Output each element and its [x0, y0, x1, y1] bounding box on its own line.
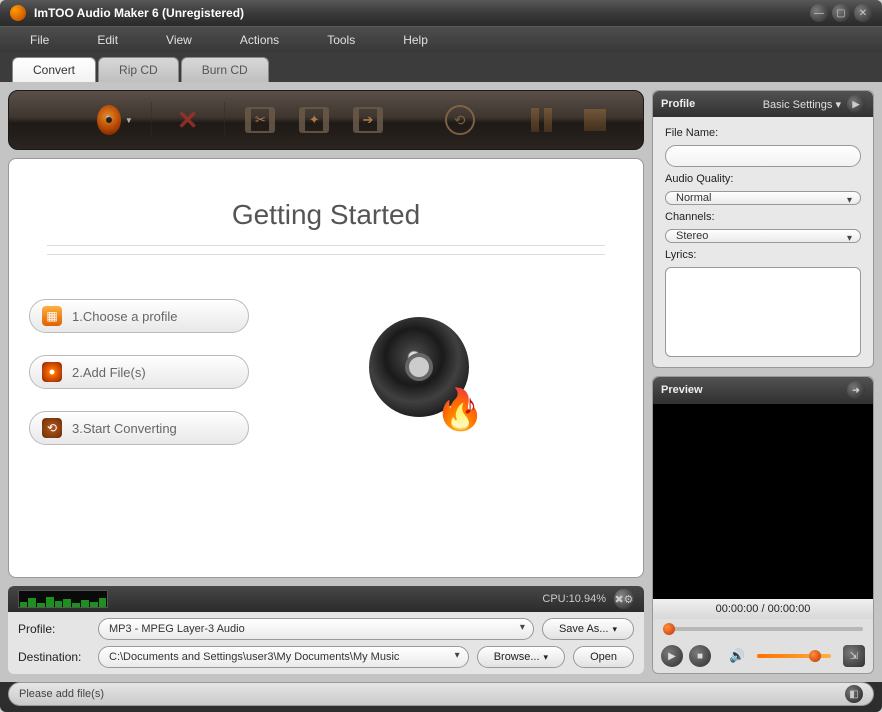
cpu-graph	[18, 590, 108, 608]
lyrics-label: Lyrics:	[665, 249, 861, 261]
cpu-settings-button[interactable]: ✖⚙	[614, 589, 634, 609]
menu-bar: File Edit View Actions Tools Help	[0, 26, 882, 52]
menu-help[interactable]: Help	[383, 29, 456, 51]
profile-icon: ▦	[42, 306, 62, 326]
audio-quality-combo[interactable]: Normal	[665, 191, 861, 205]
cpu-label: CPU:10.94%	[116, 593, 606, 605]
menu-edit[interactable]: Edit	[77, 29, 146, 51]
preview-expand-button[interactable]: ➜	[847, 381, 865, 399]
channels-label: Channels:	[665, 211, 861, 223]
volume-slider[interactable]	[757, 654, 831, 658]
add-media-button[interactable]: ▼	[97, 102, 133, 138]
menu-file[interactable]: File	[10, 29, 77, 51]
stop-button[interactable]	[577, 102, 613, 138]
profile-panel-more-button[interactable]: ▶	[847, 95, 865, 113]
minimize-button[interactable]: —	[810, 4, 828, 22]
window-title: ImTOO Audio Maker 6 (Unregistered)	[34, 6, 810, 20]
step-choose-profile[interactable]: ▦ 1.Choose a profile	[29, 299, 249, 333]
delete-button[interactable]: ✕	[170, 102, 206, 138]
pause-button[interactable]	[523, 102, 559, 138]
status-bar: Please add file(s) ◧	[8, 682, 874, 706]
title-bar: ImTOO Audio Maker 6 (Unregistered) — ▢ ✕	[0, 0, 882, 26]
step-add-files[interactable]: 2.Add File(s)	[29, 355, 249, 389]
destination-combo[interactable]: C:\Documents and Settings\user3\My Docum…	[98, 646, 469, 668]
step-start-converting[interactable]: ⟲ 3.Start Converting	[29, 411, 249, 445]
file-name-input[interactable]	[665, 145, 861, 167]
close-button[interactable]: ✕	[854, 4, 872, 22]
getting-started-heading: Getting Started	[29, 199, 623, 231]
menu-tools[interactable]: Tools	[307, 29, 383, 51]
audio-quality-label: Audio Quality:	[665, 173, 861, 185]
tab-burn-cd[interactable]: Burn CD	[181, 57, 269, 82]
maximize-button[interactable]: ▢	[832, 4, 850, 22]
open-button[interactable]: Open	[573, 646, 634, 668]
destination-label: Destination:	[18, 650, 90, 664]
tab-convert[interactable]: Convert	[12, 57, 96, 82]
step1-label: 1.Choose a profile	[72, 309, 178, 324]
profile-panel-title: Profile	[661, 98, 695, 110]
menu-view[interactable]: View	[146, 29, 220, 51]
preview-video-area	[653, 403, 873, 599]
lyrics-textarea[interactable]	[665, 267, 861, 357]
volume-icon[interactable]: 🔊	[729, 648, 745, 664]
save-as-button[interactable]: Save As...▾	[542, 618, 634, 640]
cut-clip-button[interactable]: ✂	[243, 102, 279, 138]
edit-clip-button[interactable]: ✦	[296, 102, 332, 138]
tab-rip-cd[interactable]: Rip CD	[98, 57, 179, 82]
browse-button[interactable]: Browse...▾	[477, 646, 565, 668]
profile-combo[interactable]: MP3 - MPEG Layer-3 Audio	[98, 618, 534, 640]
preview-panel: Preview ➜ 00:00:00 / 00:00:00 ▶ ■ 🔊 ⇲	[652, 376, 874, 674]
app-icon	[10, 5, 26, 21]
add-files-icon	[42, 362, 62, 382]
tab-strip: Convert Rip CD Burn CD	[0, 52, 882, 82]
preview-timecode: 00:00:00 / 00:00:00	[653, 599, 873, 619]
profile-label: Profile:	[18, 622, 90, 636]
cpu-bar: CPU:10.94% ✖⚙	[8, 586, 644, 612]
step2-label: 2.Add File(s)	[72, 365, 146, 380]
preview-panel-title: Preview	[661, 384, 703, 396]
snapshot-button[interactable]: ⇲	[843, 645, 865, 667]
cd-artwork: 🔥 ♪	[369, 317, 479, 427]
status-text: Please add file(s)	[19, 688, 104, 700]
seek-slider[interactable]	[663, 627, 863, 631]
profile-panel: Profile Basic Settings ▾ ▶ File Name: Au…	[652, 90, 874, 368]
main-panel: Getting Started ▦ 1.Choose a profile 2.A…	[8, 158, 644, 578]
step3-label: 3.Start Converting	[72, 421, 177, 436]
menu-actions[interactable]: Actions	[220, 29, 307, 51]
convert-icon: ⟲	[42, 418, 62, 438]
channels-combo[interactable]: Stereo	[665, 229, 861, 243]
status-action-button[interactable]: ◧	[845, 685, 863, 703]
toolbar: ▼ ✕ ✂ ✦ ➔ ⟲	[8, 90, 644, 150]
stop-preview-button[interactable]: ■	[689, 645, 711, 667]
play-button[interactable]: ▶	[661, 645, 683, 667]
file-name-label: File Name:	[665, 127, 861, 139]
basic-settings-toggle[interactable]: Basic Settings ▾	[763, 98, 841, 111]
merge-clip-button[interactable]: ➔	[350, 102, 386, 138]
convert-button[interactable]: ⟲	[442, 102, 478, 138]
